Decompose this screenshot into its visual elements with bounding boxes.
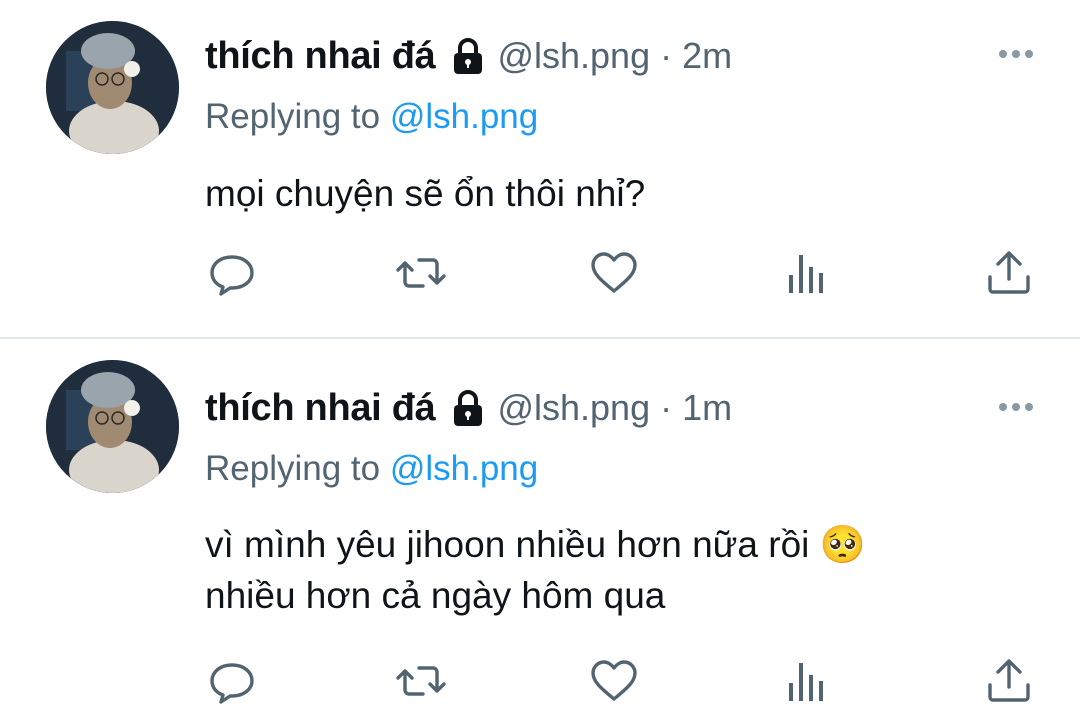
reply-mention-link[interactable]: @lsh.png xyxy=(390,97,538,136)
tweet-header: thích nhai đá @lsh.png · 2m xyxy=(205,31,732,81)
author-handle[interactable]: @lsh.png xyxy=(497,35,650,77)
tweet-actions xyxy=(0,249,1080,297)
reply-icon[interactable] xyxy=(206,657,258,705)
retweet-icon[interactable] xyxy=(395,249,447,297)
avatar[interactable] xyxy=(46,21,179,154)
timestamp[interactable]: 2m xyxy=(682,35,732,77)
reply-icon[interactable] xyxy=(206,249,258,297)
tweet-text: mọi chuyện sẽ ổn thôi nhỉ? xyxy=(205,168,645,219)
more-horizontal-icon[interactable] xyxy=(996,46,1036,62)
avatar[interactable] xyxy=(46,360,179,493)
reply-mention-link[interactable]: @lsh.png xyxy=(390,449,538,488)
tweet-text-line: nhiều hơn cả ngày hôm qua xyxy=(205,575,666,616)
views-icon[interactable] xyxy=(781,249,833,297)
retweet-icon[interactable] xyxy=(395,657,447,705)
separator-dot: · xyxy=(660,387,673,428)
lock-icon xyxy=(451,388,485,428)
author-name[interactable]: thích nhai đá xyxy=(205,35,436,78)
more-horizontal-icon[interactable] xyxy=(996,399,1036,415)
like-icon[interactable] xyxy=(588,249,640,297)
tweet-text-line: vì mình yêu jihoon nhiều hơn nữa rồi 🥺 xyxy=(205,524,866,565)
replying-prefix: Replying to xyxy=(205,449,381,488)
tweet-actions xyxy=(0,657,1080,705)
author-name[interactable]: thích nhai đá xyxy=(205,387,436,430)
tweet-text-line: mọi chuyện sẽ ổn thôi nhỉ? xyxy=(205,173,646,214)
tweet-header: thích nhai đá @lsh.png · 1m xyxy=(205,383,732,433)
tweet[interactable]: thích nhai đá @lsh.png · 2m Replying to … xyxy=(0,0,1080,338)
tweet-text: vì mình yêu jihoon nhiều hơn nữa rồi 🥺 n… xyxy=(205,519,866,621)
timestamp[interactable]: 1m xyxy=(682,387,732,429)
share-icon[interactable] xyxy=(983,657,1035,705)
views-icon[interactable] xyxy=(781,657,833,705)
separator-dot: · xyxy=(660,35,673,76)
replying-to: Replying to @lsh.png xyxy=(205,97,538,137)
lock-icon xyxy=(451,36,485,76)
share-icon[interactable] xyxy=(983,249,1035,297)
tweet[interactable]: thích nhai đá @lsh.png · 1m Replying to … xyxy=(0,339,1080,711)
author-handle[interactable]: @lsh.png xyxy=(497,387,650,429)
replying-to: Replying to @lsh.png xyxy=(205,449,538,489)
replying-prefix: Replying to xyxy=(205,97,381,136)
like-icon[interactable] xyxy=(588,657,640,705)
